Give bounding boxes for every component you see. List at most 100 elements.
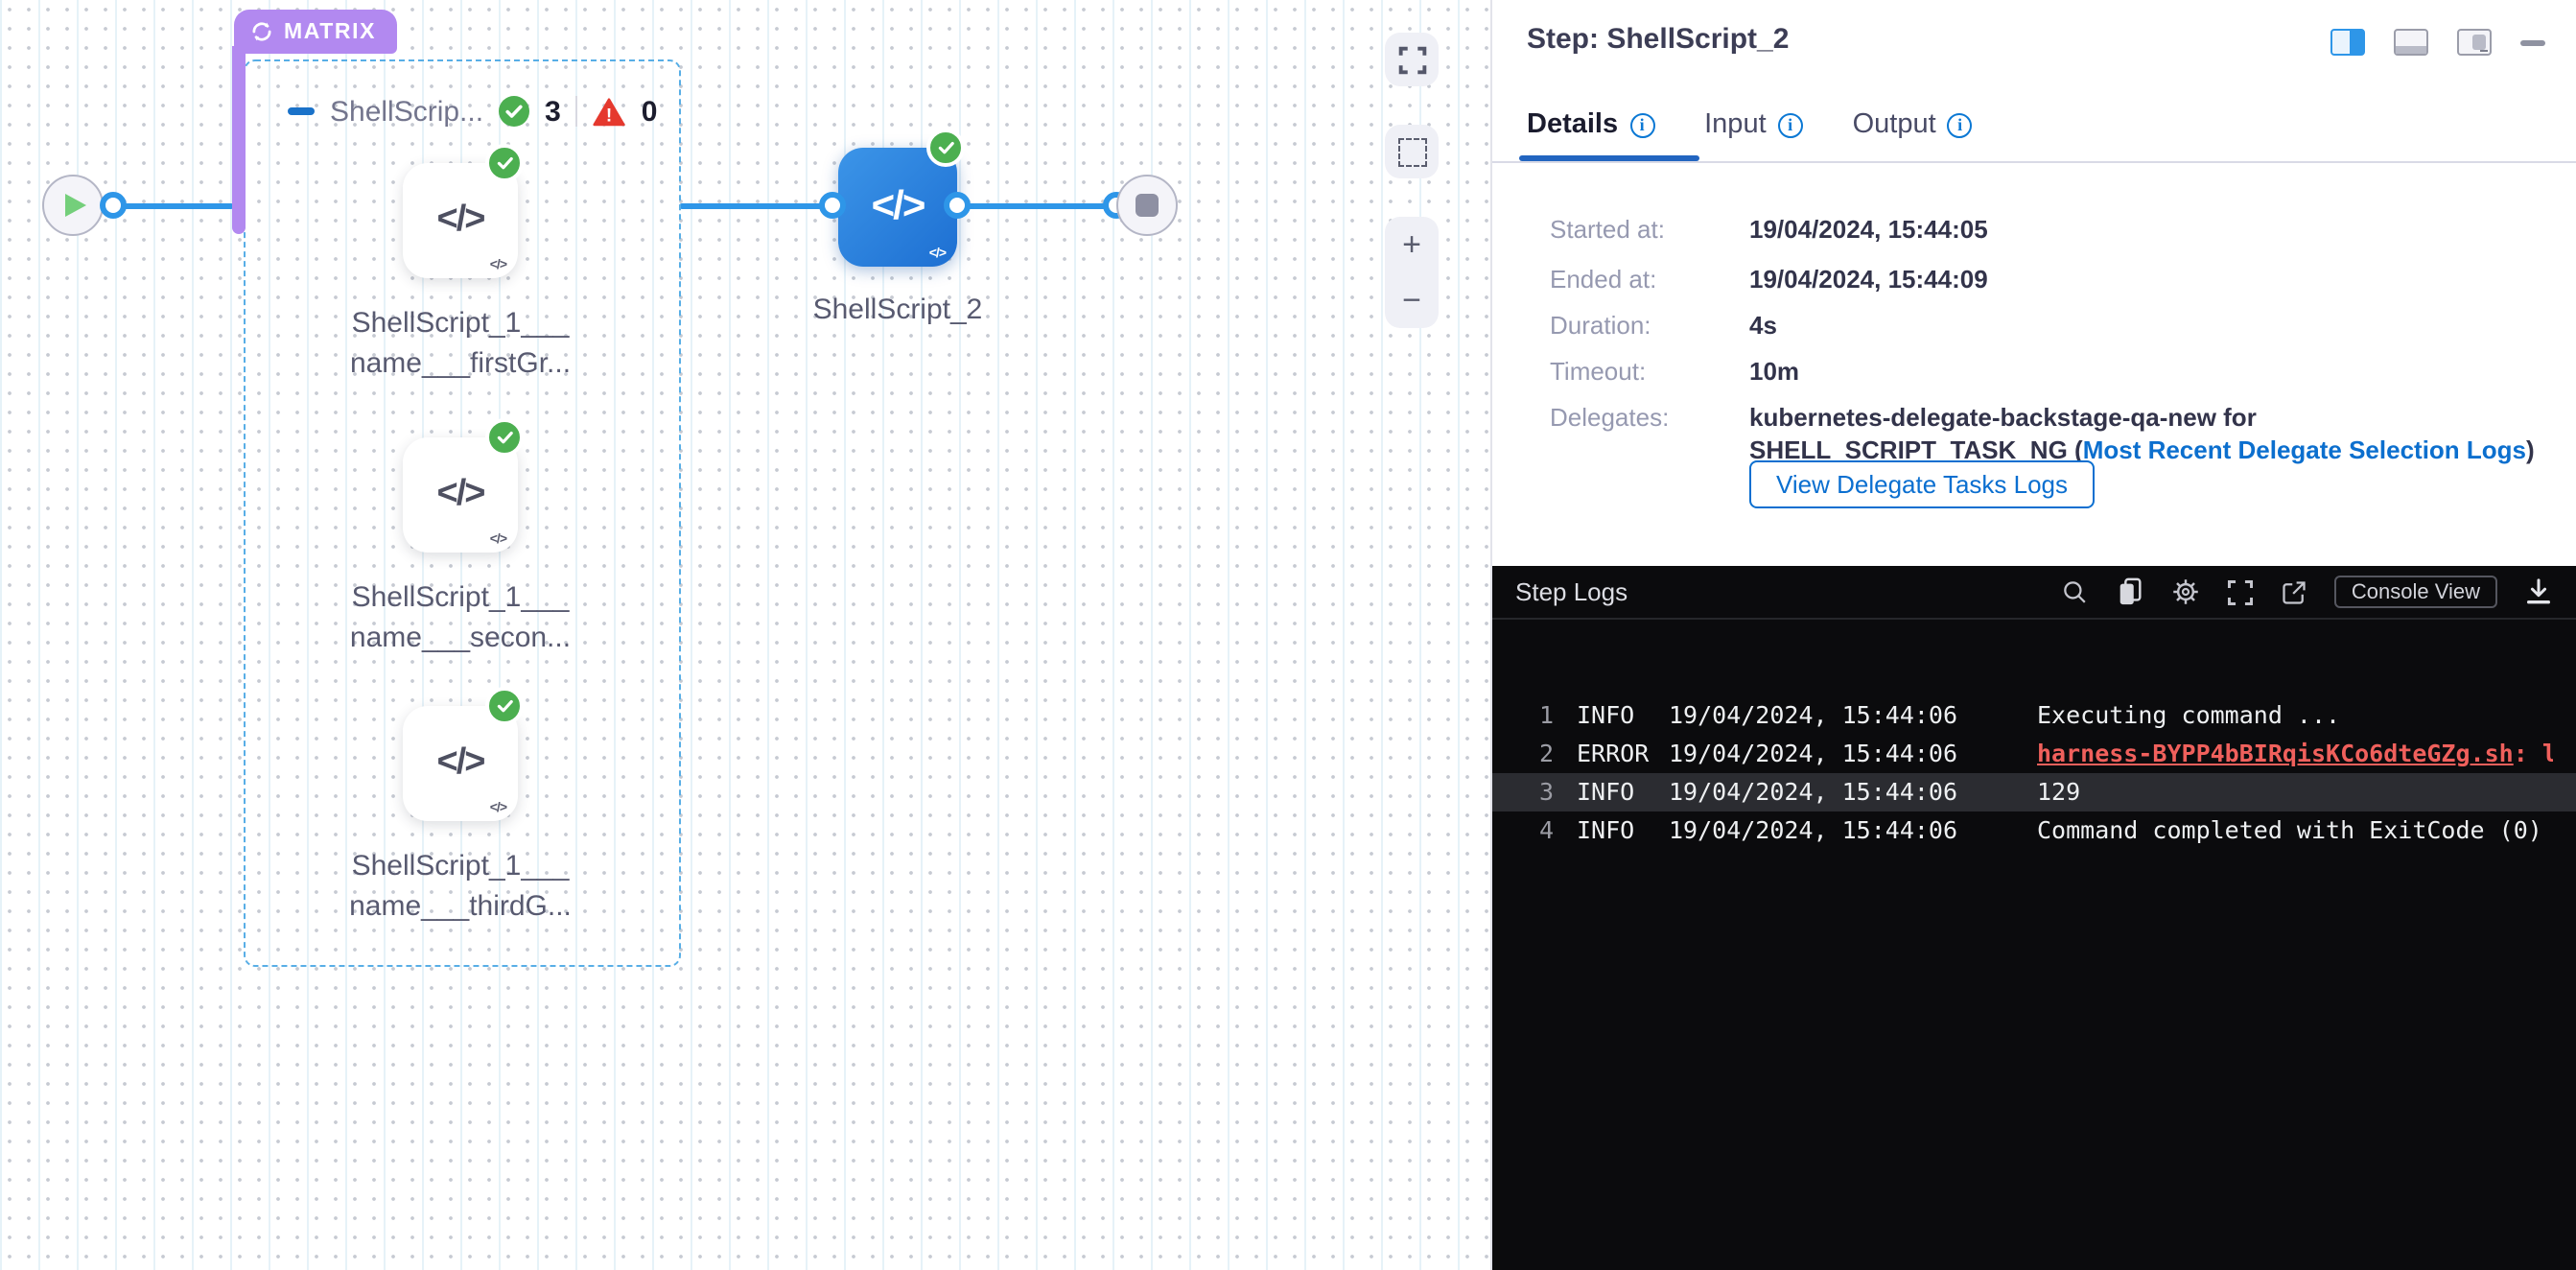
matrix-header: ShellScrip... 3 ! 0 <box>288 92 657 130</box>
tab-input-label: Input <box>1704 109 1767 140</box>
node-label-line1: ShellScript_1___ <box>326 303 595 344</box>
log-level: INFO <box>1577 773 1669 811</box>
active-tab-underline <box>1519 155 1699 160</box>
info-icon[interactable] <box>1629 112 1654 137</box>
log-line-2[interactable]: 2 ERROR 19/04/2024, 15:44:06 harness-BYP… <box>1492 735 2576 773</box>
panel-title: Step: ShellScript_2 <box>1527 23 1789 56</box>
fit-to-screen-button[interactable] <box>1385 33 1439 86</box>
marquee-select-icon <box>1397 137 1426 166</box>
detail-row-timeout: Timeout: 10m <box>1550 355 1799 388</box>
shell-script-mini-icon: </> <box>490 802 506 815</box>
log-line-number: 4 <box>1515 811 1554 850</box>
selected-node-label: ShellScript_2 <box>763 290 1032 331</box>
log-line-1[interactable]: 1 INFO 19/04/2024, 15:44:06 Executing co… <box>1492 696 2576 735</box>
collapse-icon[interactable] <box>288 108 315 115</box>
tab-details[interactable]: Details <box>1527 109 1654 140</box>
matrix-tag-label: MATRIX <box>284 20 376 43</box>
shell-script-mini-icon: </> <box>490 533 506 547</box>
script-file-link[interactable]: harness-BYPP4bBIRqisKCo6dteGZg.sh <box>2037 739 2514 767</box>
settings-gear-icon[interactable] <box>2171 577 2200 606</box>
log-timestamp: 19/04/2024, 15:44:06 <box>1669 696 1960 735</box>
view-delegate-tasks-logs-label: View Delegate Tasks Logs <box>1776 470 2068 499</box>
tab-output[interactable]: Output <box>1853 109 1973 140</box>
duration-value: 4s <box>1749 309 1777 341</box>
success-badge <box>485 144 524 182</box>
horizontal-split-layout-icon[interactable] <box>2394 29 2428 56</box>
log-level: INFO <box>1577 696 1669 735</box>
step-logs-title: Step Logs <box>1515 577 1628 606</box>
floating-panel-layout-icon[interactable] <box>2457 29 2492 56</box>
delegates-line2-suffix: ) <box>2526 435 2535 464</box>
fullscreen-icon[interactable] <box>2227 578 2254 605</box>
panel-tabs: Details Input Output <box>1527 109 1973 140</box>
shell-script-icon: </> <box>437 474 484 516</box>
success-check-icon <box>499 96 529 127</box>
app-root: MATRIX ShellScrip... 3 ! 0 </> </> <box>0 0 2576 1270</box>
copy-icon[interactable] <box>2116 577 2144 606</box>
pipeline-end-node[interactable] <box>1116 175 1178 236</box>
shell-script-icon: </> <box>437 200 484 242</box>
log-timestamp: 19/04/2024, 15:44:06 <box>1669 773 1960 811</box>
open-external-icon[interactable] <box>2281 578 2307 605</box>
stop-icon <box>1136 194 1159 217</box>
log-message: 129 <box>2037 773 2080 811</box>
zoom-control: + − <box>1385 217 1439 328</box>
success-badge <box>485 687 524 725</box>
divider <box>576 96 578 127</box>
error-warning-icon: ! <box>594 97 626 126</box>
delegate-selection-logs-link[interactable]: Most Recent Delegate Selection Logs <box>2083 435 2526 464</box>
info-icon[interactable] <box>1778 112 1803 137</box>
success-count: 3 <box>545 95 561 128</box>
node-label: ShellScript_1___ name___secon... <box>326 577 595 659</box>
detail-row-started: Started at: 19/04/2024, 15:44:05 <box>1550 213 1988 246</box>
ended-value: 19/04/2024, 15:44:09 <box>1749 263 1988 295</box>
duration-label: Duration: <box>1550 309 1749 341</box>
info-icon[interactable] <box>1948 112 1973 137</box>
matrix-step-label[interactable]: ShellScrip... <box>330 95 483 128</box>
matrix-tag[interactable]: MATRIX <box>234 10 397 54</box>
log-timestamp: 19/04/2024, 15:44:06 <box>1669 811 1960 850</box>
matrix-side-bar <box>232 46 246 234</box>
step-logs-panel: Step Logs <box>1492 566 2576 1270</box>
pipeline-start-node[interactable] <box>42 175 104 236</box>
marquee-select-button[interactable] <box>1385 125 1439 178</box>
log-line-3-highlighted[interactable]: 3 INFO 19/04/2024, 15:44:06 129 <box>1492 773 2576 811</box>
zoom-out-button[interactable]: − <box>1402 284 1421 317</box>
divider <box>1492 161 2576 163</box>
log-level: INFO <box>1577 811 1669 850</box>
minimize-icon[interactable] <box>2520 39 2545 45</box>
node-label-line1: ShellScript_1___ <box>326 577 595 619</box>
zoom-in-button[interactable]: + <box>1402 228 1421 261</box>
view-delegate-tasks-logs-button[interactable]: View Delegate Tasks Logs <box>1749 460 2095 508</box>
console-view-button[interactable]: Console View <box>2334 576 2497 608</box>
fullscreen-icon <box>1397 45 1426 74</box>
log-output[interactable]: 1 INFO 19/04/2024, 15:44:06 Executing co… <box>1492 620 2576 850</box>
log-level: ERROR <box>1577 735 1669 773</box>
success-badge <box>485 418 524 457</box>
success-badge <box>926 129 965 167</box>
vertical-split-layout-icon[interactable] <box>2330 29 2365 56</box>
log-message: Executing command ... <box>2037 696 2340 735</box>
download-icon[interactable] <box>2524 577 2553 606</box>
log-line-number: 3 <box>1515 773 1554 811</box>
tab-output-label: Output <box>1853 109 1936 140</box>
node-label-line2: name___firstGr... <box>326 344 595 386</box>
started-value: 19/04/2024, 15:44:05 <box>1749 213 1988 246</box>
pipeline-canvas[interactable]: MATRIX ShellScrip... 3 ! 0 </> </> <box>0 0 1492 1270</box>
detail-row-delegates: Delegates: kubernetes-delegate-backstage… <box>1550 401 2535 466</box>
log-error-text: : line <box>2514 739 2553 767</box>
delegates-value: kubernetes-delegate-backstage-qa-new for… <box>1749 401 2535 466</box>
panel-layout-controls <box>2330 29 2545 56</box>
log-line-4[interactable]: 4 INFO 19/04/2024, 15:44:06 Command comp… <box>1492 811 2576 850</box>
node-label-line1: ShellScript_2 <box>763 290 1032 331</box>
connector-dot <box>819 192 846 219</box>
detail-row-duration: Duration: 4s <box>1550 309 1777 341</box>
node-label-line2: name___thirdG... <box>326 887 595 929</box>
shell-script-mini-icon: </> <box>929 247 946 261</box>
delegates-label: Delegates: <box>1550 401 1749 466</box>
started-label: Started at: <box>1550 213 1749 246</box>
search-icon[interactable] <box>2062 578 2089 605</box>
log-timestamp: 19/04/2024, 15:44:06 <box>1669 735 1960 773</box>
loop-icon <box>249 19 274 44</box>
tab-input[interactable]: Input <box>1704 109 1803 140</box>
